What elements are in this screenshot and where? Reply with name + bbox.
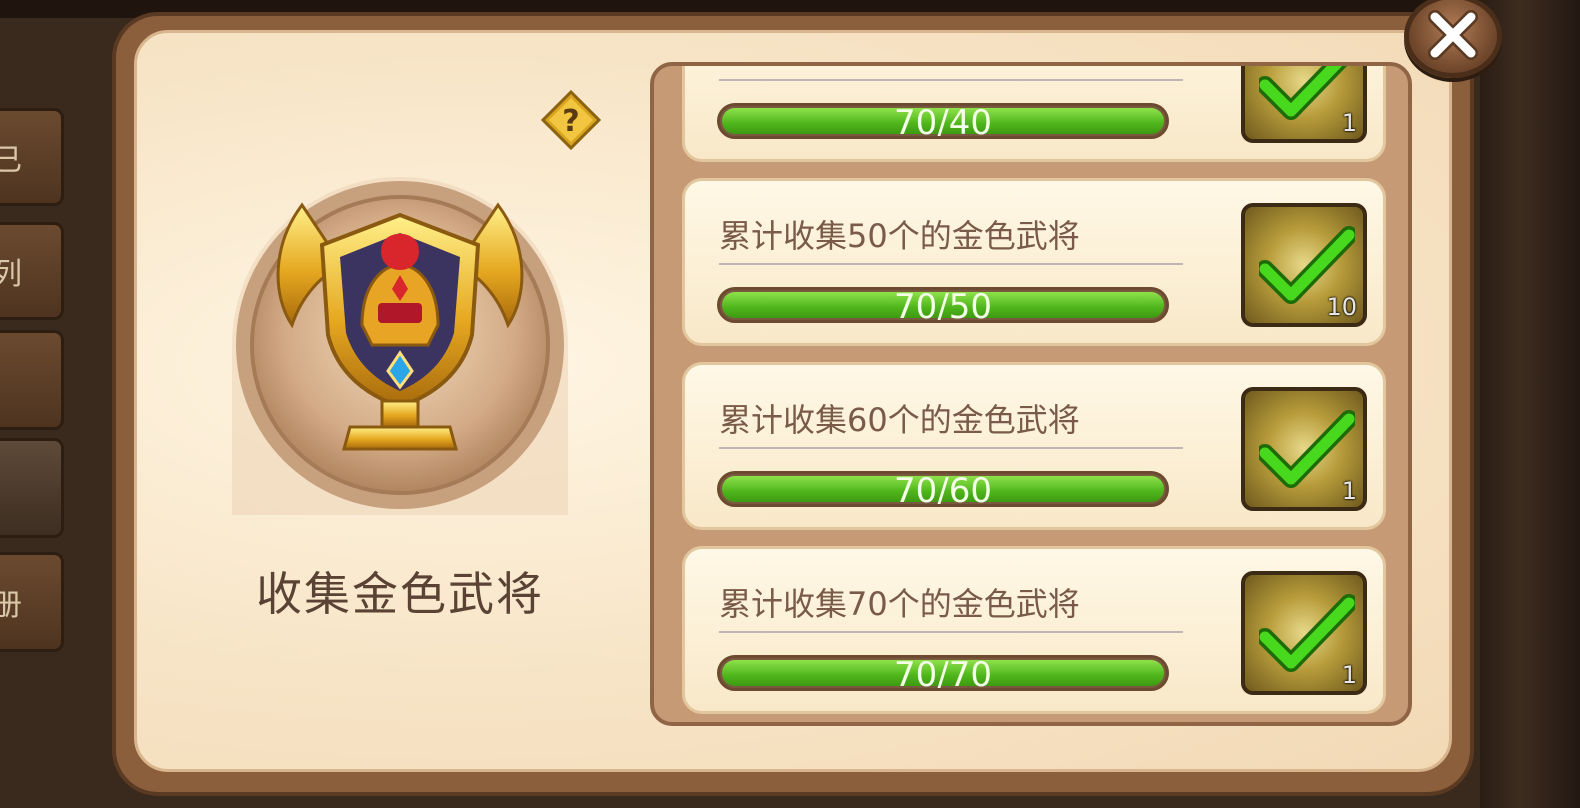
side-tab-2[interactable]: 列: [0, 222, 64, 320]
reward-chest[interactable]: 1: [1241, 66, 1367, 143]
divider: [719, 447, 1183, 449]
progress-text: 70/60: [894, 471, 992, 507]
reward-count: 1: [1341, 109, 1357, 137]
task-row: 累计收集60个的金色武将 70/60 1: [682, 362, 1386, 530]
background-right: [1480, 0, 1580, 808]
reward-count: 1: [1341, 477, 1357, 505]
progress-bar: 70/60: [717, 471, 1169, 507]
task-label: 累计收集70个的金色武将: [719, 585, 1080, 623]
svg-text:?: ?: [562, 104, 579, 139]
reward-count: 1: [1341, 661, 1357, 689]
task-list[interactable]: 70/40 1 累计收集50个的金色武将 70/50 10 累计收集60个的金色…: [650, 62, 1412, 726]
task-label: 累计收集50个的金色武将: [719, 217, 1080, 255]
task-row: 累计收集70个的金色武将 70/70 1: [682, 546, 1386, 714]
task-label: 累计收集60个的金色武将: [719, 401, 1080, 439]
progress-text: 70/40: [894, 103, 992, 139]
progress-text: 70/70: [894, 655, 992, 691]
side-tab-4[interactable]: [0, 438, 64, 538]
reward-chest[interactable]: 1: [1241, 387, 1367, 511]
reward-chest[interactable]: 10: [1241, 203, 1367, 327]
check-icon: [1259, 410, 1355, 488]
side-tab-1[interactable]: 已: [0, 108, 64, 206]
side-tab-label: 已: [0, 143, 22, 178]
progress-bar: 70/70: [717, 655, 1169, 691]
task-row: 70/40 1: [682, 66, 1386, 162]
divider: [719, 79, 1183, 81]
side-tab-3[interactable]: [0, 330, 64, 430]
divider: [719, 263, 1183, 265]
side-tab-label: 册: [0, 588, 22, 623]
question-icon[interactable]: ?: [541, 90, 601, 150]
divider: [719, 631, 1183, 633]
collection-title: 收集金色武将: [256, 567, 544, 621]
close-icon: [1428, 10, 1478, 60]
side-tab-5[interactable]: 册: [0, 552, 64, 652]
reward-count: 10: [1326, 293, 1357, 321]
progress-bar: 70/40: [717, 103, 1169, 139]
check-icon: [1259, 594, 1355, 672]
progress-text: 70/50: [894, 287, 992, 323]
check-icon: [1259, 66, 1348, 120]
task-row: 累计收集50个的金色武将 70/50 10: [682, 178, 1386, 346]
reward-chest[interactable]: 1: [1241, 571, 1367, 695]
side-tab-label: 列: [0, 257, 22, 292]
progress-bar: 70/50: [717, 287, 1169, 323]
golden-helmet-trophy-icon: [232, 177, 568, 515]
